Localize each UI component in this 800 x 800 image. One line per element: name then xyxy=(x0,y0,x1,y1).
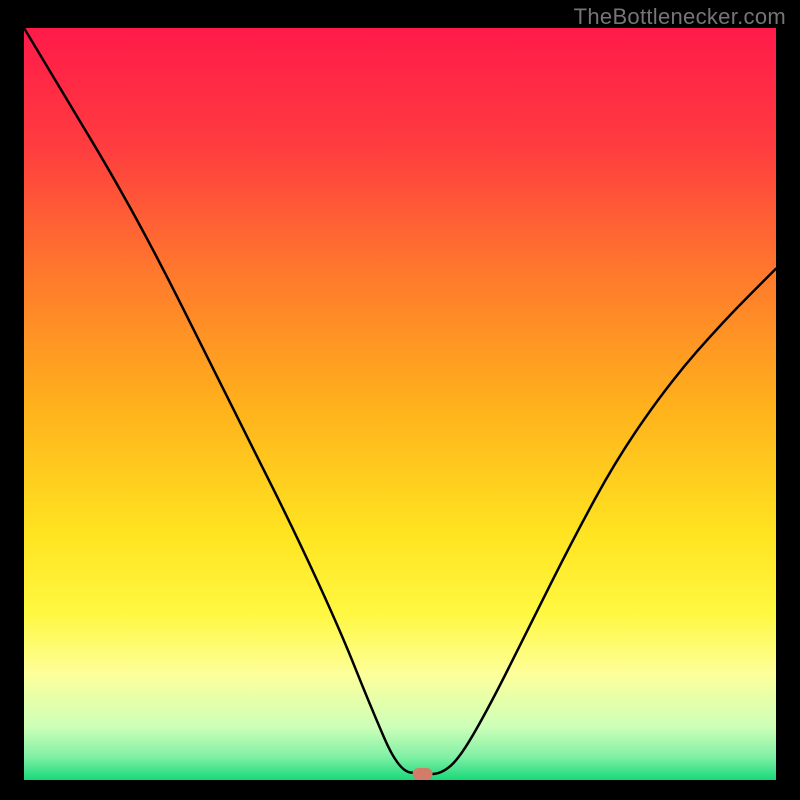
chart-svg xyxy=(24,28,776,780)
watermark-text: TheBottlenecker.com xyxy=(574,4,786,30)
plot-area xyxy=(24,28,776,780)
optimal-marker-pill xyxy=(413,768,433,780)
optimal-marker xyxy=(413,768,433,780)
chart-background xyxy=(24,28,776,780)
chart-frame: TheBottlenecker.com xyxy=(0,0,800,800)
